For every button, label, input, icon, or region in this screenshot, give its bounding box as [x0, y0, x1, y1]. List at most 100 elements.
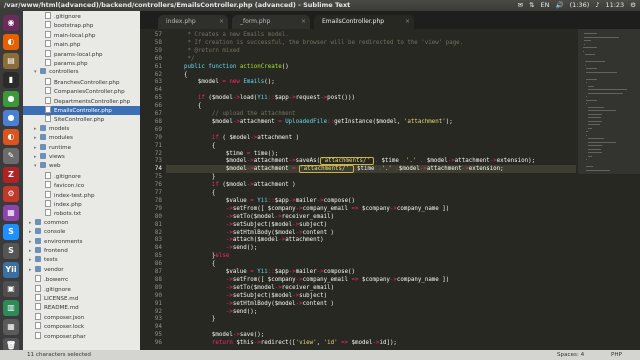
code-token: content ): [302, 300, 335, 307]
tree-file[interactable]: CompaniesController.php: [23, 87, 140, 96]
tree-file[interactable]: LICENSE.md: [23, 294, 140, 303]
code-token: ($model: [222, 182, 247, 189]
tab-3[interactable]: EmailsController.php ×: [314, 15, 414, 29]
minimap-line: [587, 85, 595, 87]
tree-label: README.md: [44, 305, 79, 312]
tree-file[interactable]: EmailsController.php: [23, 106, 140, 115]
tray-item[interactable]: ✉: [518, 0, 523, 11]
minimap[interactable]: [578, 29, 640, 350]
code-token: {: [170, 71, 188, 78]
tree-folder[interactable]: ▸ vendor: [23, 265, 140, 275]
tree-file[interactable]: composer.phar: [23, 331, 140, 341]
tree-file[interactable]: SiteController.php: [23, 115, 140, 124]
line-number: 95: [154, 331, 162, 339]
minimap-line: [583, 40, 591, 41]
skype-icon[interactable]: S: [3, 224, 19, 240]
workspace-switcher-icon[interactable]: ▦: [3, 319, 19, 335]
code-line: $model = new Emails();: [170, 78, 275, 86]
tab-1[interactable]: index.php ×: [158, 15, 228, 29]
tree-label: EmailsController.php: [54, 108, 112, 114]
code-editor[interactable]: * Creates a new Emails model. * If creat…: [170, 29, 575, 350]
tree-folder[interactable]: ▸ runtime: [23, 143, 140, 153]
firefox-icon[interactable]: ◐: [3, 34, 19, 50]
tree-file[interactable]: BranchesController.php: [23, 77, 140, 87]
folder-icon: [40, 124, 46, 131]
tree-folder[interactable]: ▸ modules: [23, 134, 140, 143]
tray-item[interactable]: ⚙: [630, 0, 636, 11]
folder-icon: [35, 237, 41, 244]
tree-file[interactable]: favicon.ico: [23, 181, 140, 190]
tree-file[interactable]: composer.lock: [23, 322, 140, 331]
tree-file[interactable]: .bowerrc: [23, 275, 140, 284]
tree-file[interactable]: main-local.php: [23, 30, 140, 40]
settings-icon[interactable]: ⚙: [3, 186, 19, 202]
code-line: ->setSubject($model->subject): [170, 292, 327, 300]
tree-folder[interactable]: ▸ frontend: [23, 247, 140, 256]
dash-icon[interactable]: ◉: [3, 15, 19, 31]
firefox-alt-icon[interactable]: ◐: [3, 129, 19, 145]
text-editor-icon[interactable]: ✎: [3, 148, 19, 164]
code-line: {: [170, 71, 188, 79]
close-icon[interactable]: ×: [219, 15, 224, 29]
tree-file[interactable]: .gitignore: [23, 171, 140, 181]
minimap-line: [584, 54, 595, 55]
line-number: 78: [154, 196, 162, 204]
minimap-line: [587, 127, 592, 129]
filezilla-icon[interactable]: Z: [3, 167, 19, 183]
chromium-icon[interactable]: ●: [3, 110, 19, 126]
tray-item[interactable]: ♪: [595, 0, 599, 11]
tree-label: runtime: [49, 144, 72, 151]
close-icon[interactable]: ×: [301, 15, 306, 29]
tree-folder[interactable]: ▸ environments: [23, 237, 140, 247]
tray-item[interactable]: (1:36): [570, 0, 590, 11]
monitor-icon[interactable]: ▣: [3, 281, 19, 297]
tree-file[interactable]: params-local.php: [23, 49, 140, 59]
terminal-icon[interactable]: ▮: [3, 72, 19, 88]
tree-folder[interactable]: ▸ common: [23, 218, 140, 228]
tree-file[interactable]: robots.txt: [23, 209, 140, 218]
tree-file[interactable]: bootstrap.php: [23, 21, 140, 30]
syntax-setting[interactable]: PHP: [611, 350, 622, 360]
code-token: content ): [302, 229, 335, 236]
tab-2[interactable]: _form.php ×: [232, 15, 310, 29]
calc-icon[interactable]: ▥: [3, 300, 19, 316]
tree-file[interactable]: composer.json: [23, 312, 140, 322]
tree-folder[interactable]: ▾ web: [23, 162, 140, 171]
chrome-icon[interactable]: ●: [3, 91, 19, 107]
yii-icon[interactable]: Yii: [3, 262, 19, 278]
folder-icon: [40, 68, 46, 75]
tree-label: environments: [44, 238, 83, 245]
code-token: attach($model: [232, 237, 279, 244]
code-token: $model: [398, 166, 420, 173]
tree-folder[interactable]: ▸ tests: [23, 256, 140, 265]
tree-file[interactable]: params.php: [23, 59, 140, 68]
tree-label: composer.phar: [44, 333, 86, 340]
files-icon[interactable]: ▤: [3, 53, 19, 69]
tree-file[interactable]: DepartmentsController.php: [23, 96, 140, 106]
folder-icon: [35, 256, 41, 263]
sublime-icon[interactable]: S: [3, 243, 19, 259]
tree-file[interactable]: main.php: [23, 40, 140, 49]
tree-folder[interactable]: ▸ models: [23, 124, 140, 134]
tray-item[interactable]: EN: [541, 0, 550, 11]
tray-item[interactable]: ⇅: [529, 0, 534, 11]
tray-item[interactable]: 11:23: [605, 0, 624, 11]
tree-folder[interactable]: ▸ views: [23, 153, 140, 162]
code-line: }: [170, 315, 216, 323]
tree-folder[interactable]: ▸ console: [23, 228, 140, 237]
code-line: ->setTo($model->receiver_email): [170, 213, 334, 221]
tree-file[interactable]: README.md: [23, 303, 140, 312]
workspace-icon[interactable]: ▦: [3, 205, 19, 221]
tree-folder[interactable]: ▾ controllers: [23, 68, 140, 77]
line-number-gutter: 57 58 59 60 61 62 63 64 65 66 67 68 69 70 71 72 73 74 75 76…: [140, 29, 166, 350]
code-token: ->: [316, 269, 324, 275]
close-icon[interactable]: ×: [405, 15, 410, 29]
indent-setting[interactable]: Spaces: 4: [557, 350, 584, 360]
tree-file[interactable]: .gitignore: [23, 284, 140, 294]
code-token: $model: [170, 166, 247, 173]
tree-file[interactable]: index-test.php: [23, 190, 140, 200]
tree-file[interactable]: index.php: [23, 200, 140, 209]
file-icon: [45, 49, 51, 57]
tray-item[interactable]: 🔊: [556, 0, 564, 11]
tree-file[interactable]: .gitignore: [23, 12, 140, 21]
